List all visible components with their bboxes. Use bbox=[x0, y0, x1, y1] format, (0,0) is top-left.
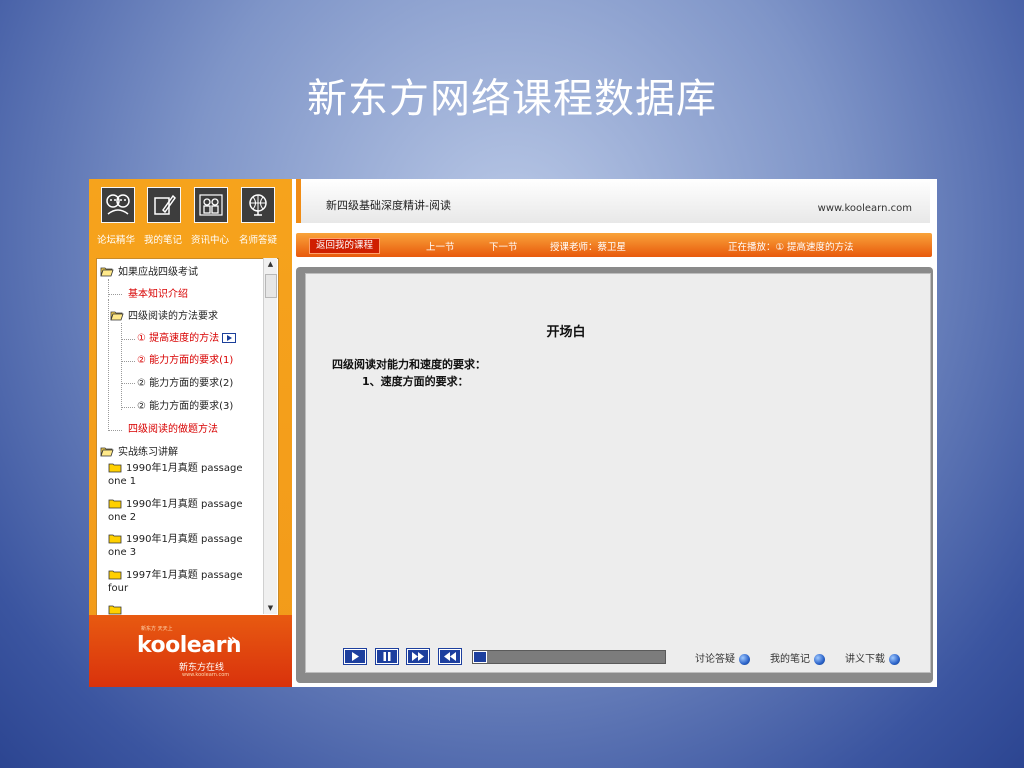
pen-paper-icon bbox=[154, 194, 176, 215]
scroll-up-icon[interactable]: ▲ bbox=[264, 258, 277, 270]
tree-item-root[interactable]: 如果应战四级考试 bbox=[100, 266, 198, 279]
nav-label-notes[interactable]: 我的笔记 bbox=[144, 232, 182, 246]
folder-closed-icon bbox=[108, 570, 122, 580]
prev-section-button[interactable]: 上一节 bbox=[426, 239, 455, 253]
now-playing-label: 正在播放：① 提高速度的方法 bbox=[728, 242, 854, 253]
logo-url: www.koolearn.com bbox=[182, 672, 230, 678]
folder-closed-icon bbox=[108, 499, 122, 509]
tree-item-sub3[interactable]: ② 能力方面的要求(2) bbox=[137, 377, 233, 390]
tree-item-solve[interactable]: 四级阅读的做题方法 bbox=[128, 423, 218, 436]
folder-open-icon bbox=[100, 267, 114, 277]
tree-item-p1[interactable]: 1990年1月真题 passage one 1 bbox=[108, 462, 258, 488]
content-frame: 开场白 四级阅读对能力和速度的要求： 1、速度方面的要求： 讨论答疑 我的笔记 … bbox=[296, 267, 933, 683]
right-panel: 新四级基础深度精讲-阅读 www.koolearn.com 返回我的课程 上一节… bbox=[296, 179, 937, 687]
rewind-button[interactable] bbox=[438, 648, 462, 665]
lecture-line-2: 1、速度方面的要求： bbox=[362, 375, 469, 388]
koolearn-logo[interactable]: 新东方 天天上 koolearn » 新东方在线 www.koolearn.co… bbox=[89, 615, 292, 687]
nav-label-qa[interactable]: 名师答疑 bbox=[239, 232, 277, 246]
pause-button[interactable] bbox=[375, 648, 399, 665]
lecture-content: 开场白 四级阅读对能力和速度的要求： 1、速度方面的要求： bbox=[305, 273, 931, 673]
discuss-qa-link[interactable]: 讨论答疑 bbox=[695, 650, 750, 665]
folder-closed-icon bbox=[108, 605, 122, 615]
tree-item-sub4[interactable]: ② 能力方面的要求(3) bbox=[137, 400, 233, 413]
rewind-icon bbox=[444, 652, 456, 661]
scroll-down-icon[interactable]: ▼ bbox=[264, 602, 277, 614]
globe-icon bbox=[739, 653, 750, 665]
news-center-button[interactable] bbox=[194, 187, 228, 223]
logo-tagline: 新东方 天天上 bbox=[141, 626, 173, 632]
tree-item-p3[interactable]: 1990年1月真题 passage one 3 bbox=[108, 533, 258, 559]
logo-brand: koolearn bbox=[137, 633, 242, 658]
play-button[interactable] bbox=[343, 648, 367, 665]
folder-closed-icon bbox=[108, 534, 122, 544]
fast-forward-button[interactable] bbox=[406, 648, 430, 665]
course-tree: 如果应战四级考试 基本知识介绍 四级阅读的方法要求 ① 提高速度的方法 ② 能力… bbox=[96, 258, 279, 616]
scroll-thumb[interactable] bbox=[265, 274, 277, 298]
lecture-title: 开场白 bbox=[546, 325, 586, 340]
next-section-button[interactable]: 下一节 bbox=[489, 239, 518, 253]
group-people-icon bbox=[199, 194, 223, 216]
forum-button[interactable] bbox=[101, 187, 135, 223]
nav-label-news[interactable]: 资讯中心 bbox=[191, 232, 229, 246]
player-controls: 讨论答疑 我的笔记 讲义下载 bbox=[343, 648, 937, 669]
teacher-qa-button[interactable] bbox=[241, 187, 275, 223]
tree-item-method[interactable]: 四级阅读的方法要求 bbox=[110, 310, 218, 323]
tree-item-sub2[interactable]: ② 能力方面的要求(1) bbox=[137, 354, 233, 367]
slide-title: 新东方网络课程数据库 bbox=[307, 76, 717, 122]
tree-item-basic[interactable]: 基本知识介绍 bbox=[128, 288, 188, 301]
tree-item-p2[interactable]: 1990年1月真题 passage one 2 bbox=[108, 498, 258, 524]
teacher-label: 授课老师：蔡卫星 bbox=[550, 242, 627, 253]
my-notes-button[interactable] bbox=[147, 187, 181, 223]
tree-item-practice[interactable]: 实战练习讲解 bbox=[100, 446, 178, 459]
lecture-line-1: 四级阅读对能力和速度的要求： bbox=[332, 358, 486, 371]
tree-item-p4[interactable]: 1997年1月真题 passage four bbox=[108, 569, 258, 595]
folder-open-icon bbox=[100, 447, 114, 457]
nav-label-forum[interactable]: 论坛精华 bbox=[97, 232, 135, 246]
course-title: 新四级基础深度精讲-阅读 bbox=[326, 199, 451, 212]
globe-icon bbox=[889, 653, 900, 665]
playback-progress-bar[interactable] bbox=[472, 650, 666, 664]
people-faces-icon bbox=[106, 194, 130, 215]
folder-open-icon bbox=[110, 311, 124, 321]
my-notes-link[interactable]: 我的笔记 bbox=[770, 650, 825, 665]
play-icon[interactable] bbox=[222, 333, 237, 343]
globe-icon bbox=[814, 653, 825, 665]
globe-icon bbox=[249, 194, 267, 216]
logo-arrow-icon: » bbox=[227, 630, 238, 649]
tree-item-sub1[interactable]: ① 提高速度的方法 bbox=[137, 332, 237, 345]
play-icon bbox=[352, 652, 359, 661]
site-url[interactable]: www.koolearn.com bbox=[818, 203, 912, 214]
pause-icon bbox=[383, 652, 391, 661]
fast-forward-icon bbox=[412, 652, 424, 661]
left-panel: 论坛精华 我的笔记 资讯中心 名师答疑 如果应战四级考试 基本知识介绍 四级阅读… bbox=[89, 179, 292, 687]
progress-handle[interactable] bbox=[473, 651, 487, 663]
back-to-courses-button[interactable]: 返回我的课程 bbox=[309, 238, 381, 254]
toolbar: 返回我的课程 上一节 下一节 授课老师：蔡卫星 正在播放：① 提高速度的方法 bbox=[296, 233, 932, 257]
folder-closed-icon bbox=[108, 463, 122, 473]
nav-labels: 论坛精华 我的笔记 资讯中心 名师答疑 bbox=[89, 232, 292, 246]
course-header: 新四级基础深度精讲-阅读 www.koolearn.com bbox=[296, 179, 930, 223]
nav-icon-row bbox=[89, 187, 292, 227]
tree-scrollbar[interactable]: ▲ ▼ bbox=[263, 258, 277, 614]
course-player-window: 论坛精华 我的笔记 资讯中心 名师答疑 如果应战四级考试 基本知识介绍 四级阅读… bbox=[89, 179, 937, 687]
handout-download-link[interactable]: 讲义下载 bbox=[845, 650, 900, 665]
